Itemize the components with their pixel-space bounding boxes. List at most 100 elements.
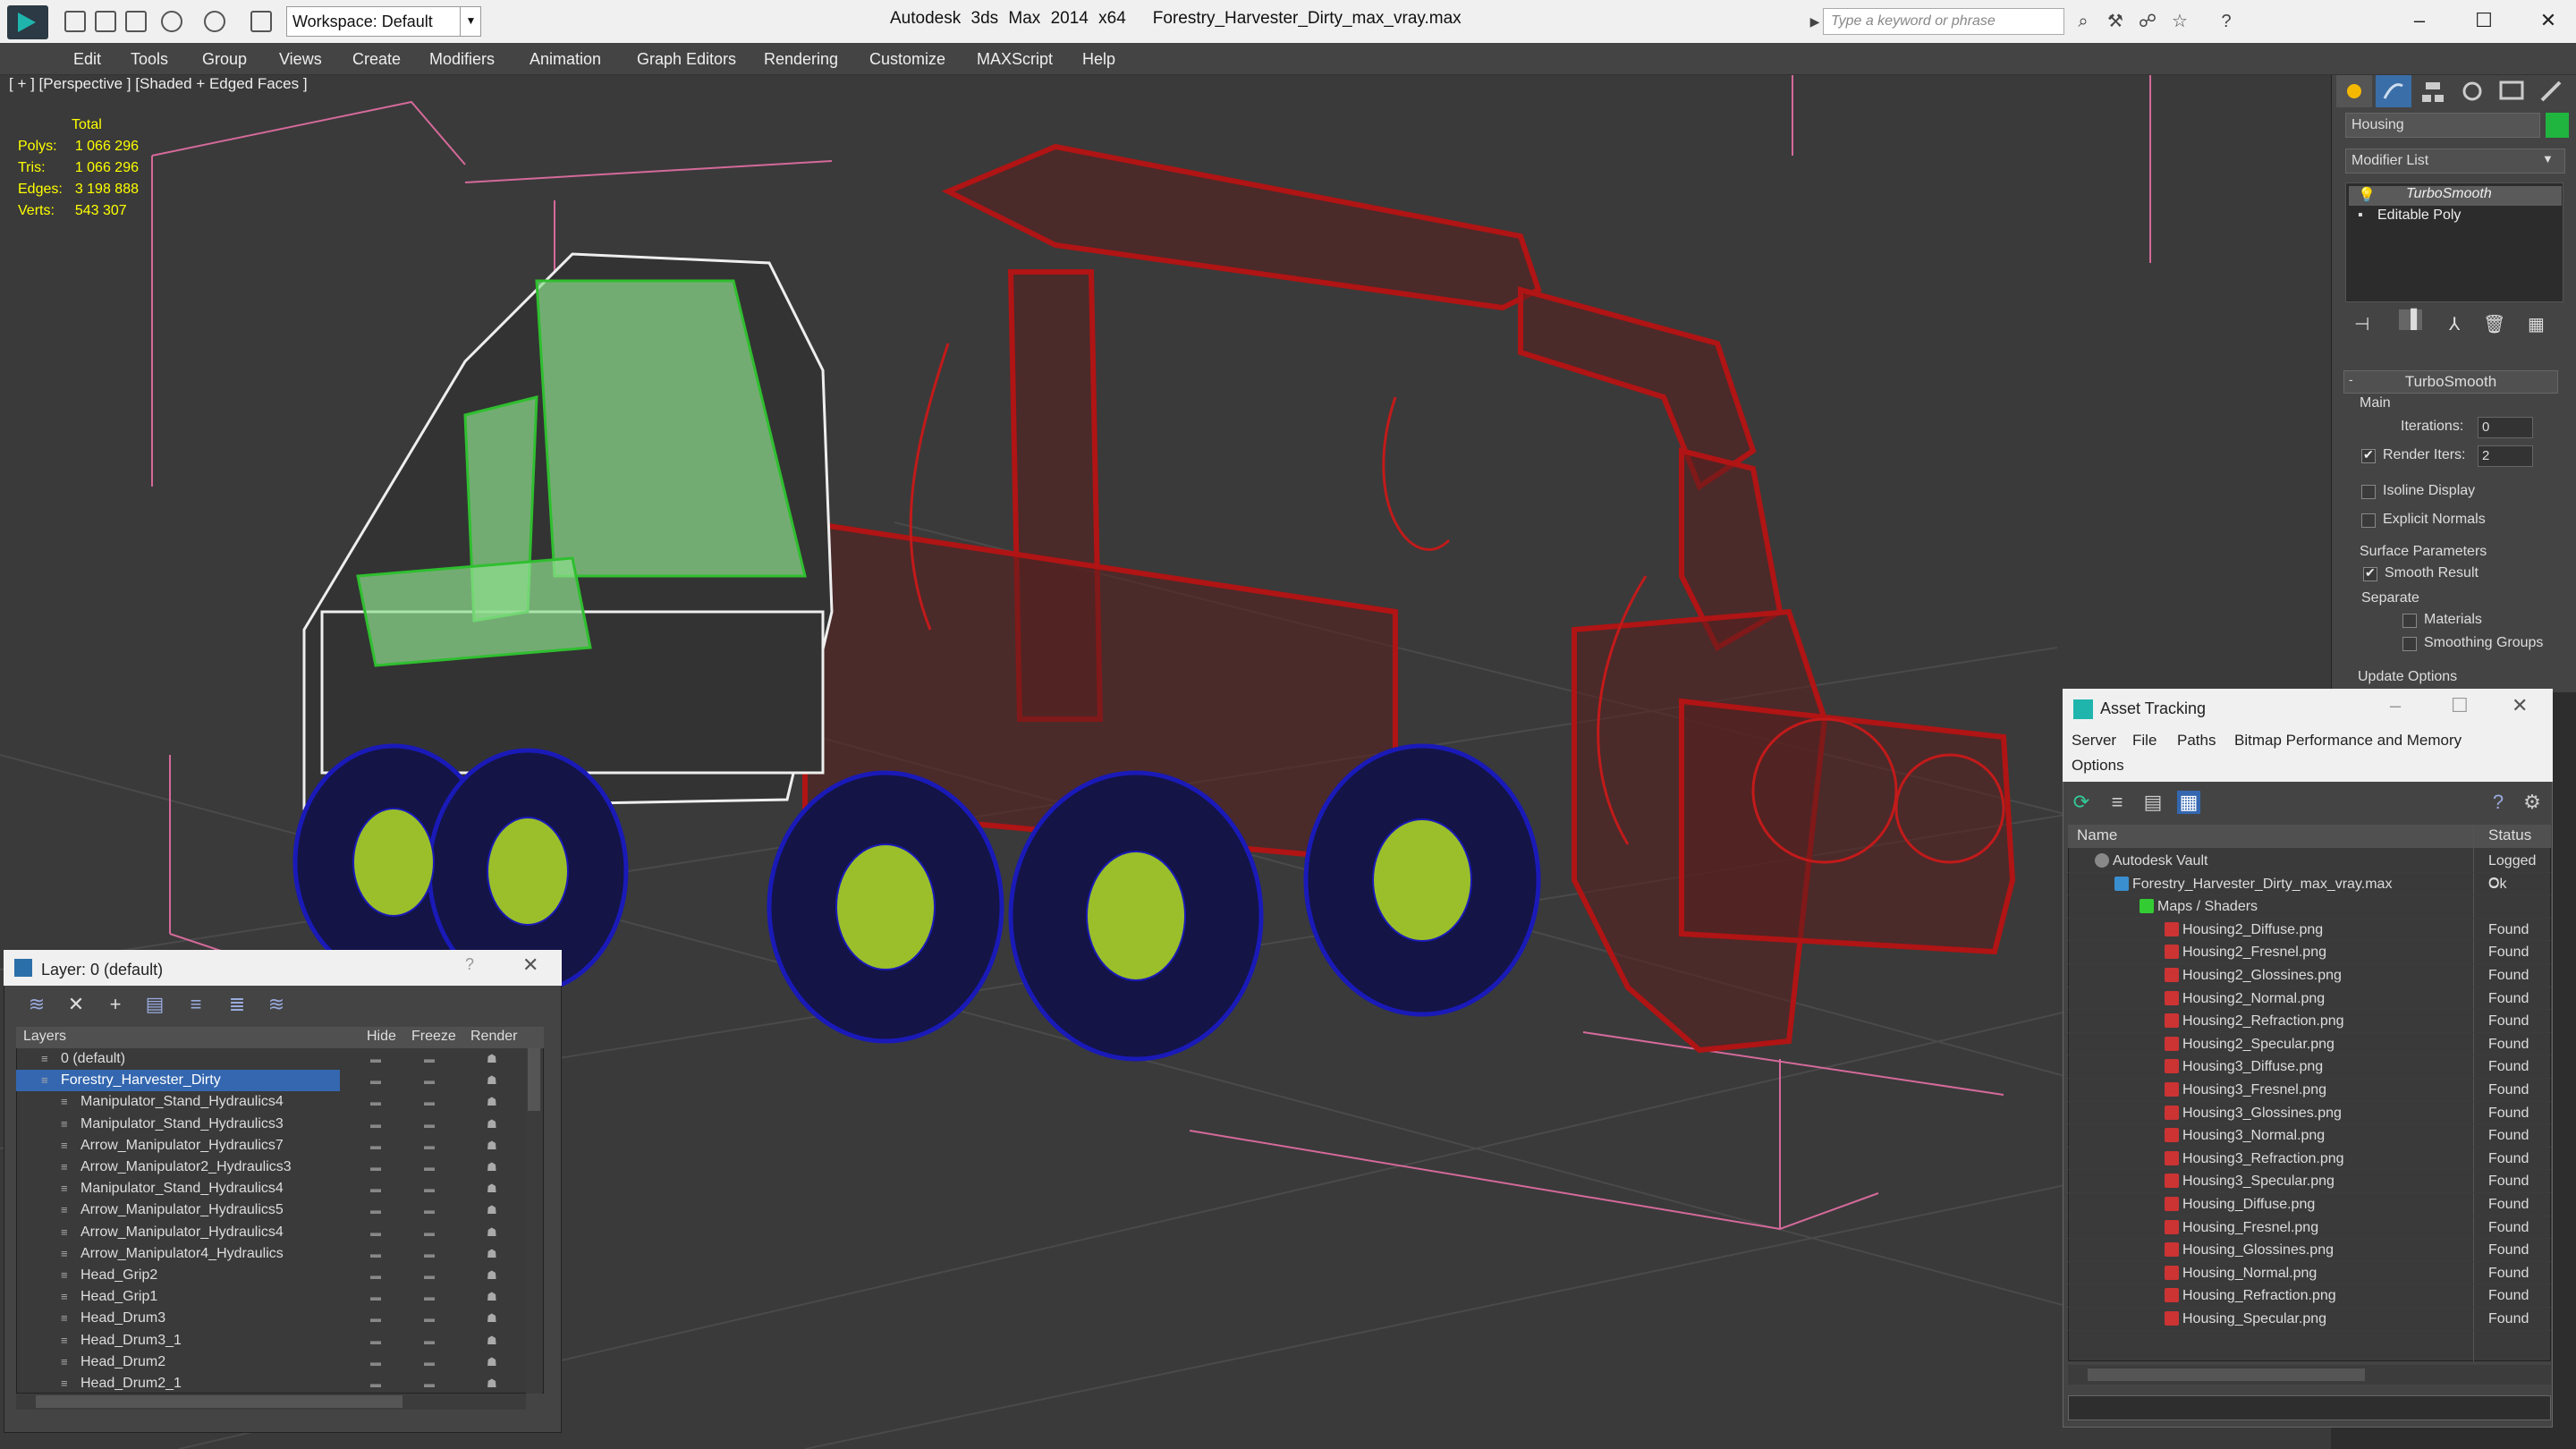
asset-row[interactable]: Housing2_Specular.png Found xyxy=(2068,1033,2551,1056)
freeze-toggle[interactable]: ▬ xyxy=(424,1135,435,1157)
render-toggle-icon[interactable]: ☗ xyxy=(487,1352,497,1373)
menu-edit[interactable]: Edit xyxy=(73,50,101,69)
create-tab-icon[interactable] xyxy=(2336,75,2372,107)
hide-toggle[interactable]: ▬ xyxy=(370,1243,381,1265)
asset-row[interactable]: Housing3_Specular.png Found xyxy=(2068,1170,2551,1193)
freeze-toggle[interactable]: ▬ xyxy=(424,1308,435,1329)
layer-name[interactable]: Arrow_Manipulator_Hydraulics4 xyxy=(80,1222,284,1243)
menu-views[interactable]: Views xyxy=(279,50,322,69)
hierarchy-tab-icon[interactable] xyxy=(2415,75,2451,107)
asset-menu-server[interactable]: Server xyxy=(2072,732,2116,750)
utilities-tab-icon[interactable] xyxy=(2533,75,2569,107)
configure-sets-icon[interactable]: ▦ xyxy=(2528,313,2545,335)
workspace-select[interactable]: Workspace: Default xyxy=(286,6,481,37)
pin-stack-icon[interactable]: ⊣ xyxy=(2354,313,2369,335)
freeze-toggle[interactable]: ▬ xyxy=(424,1178,435,1199)
layer-name[interactable]: Manipulator_Stand_Hydraulics4 xyxy=(80,1091,284,1113)
hide-toggle[interactable]: ▬ xyxy=(370,1265,381,1286)
collapse-icon[interactable]: - xyxy=(2349,372,2353,386)
menu-graph-editors[interactable]: Graph Editors xyxy=(637,50,736,69)
delete-layer-icon[interactable]: ✕ xyxy=(64,993,88,1016)
asset-hscrollbar-thumb[interactable] xyxy=(2088,1368,2365,1381)
render-toggle-icon[interactable]: ☗ xyxy=(487,1373,497,1394)
layer-row[interactable]: ≡ Forestry_Harvester_Dirty ▬ ▬ ☗ xyxy=(16,1070,497,1092)
app-logo-icon[interactable] xyxy=(7,5,48,39)
asset-row[interactable]: Housing2_Normal.png Found xyxy=(2068,987,2551,1011)
menu-group[interactable]: Group xyxy=(202,50,247,69)
layer-name[interactable]: Arrow_Manipulator_Hydraulics5 xyxy=(80,1199,284,1221)
help-icon[interactable]: ? xyxy=(2216,12,2236,31)
hide-all-icon[interactable]: ≣ xyxy=(225,993,249,1016)
list-view-icon[interactable]: ≡ xyxy=(2106,791,2129,814)
add-to-layer-icon[interactable]: + xyxy=(104,993,127,1016)
expand-icon[interactable]: ▶ xyxy=(1805,12,1825,31)
col-freeze[interactable]: Freeze xyxy=(411,1029,456,1045)
freeze-all-icon[interactable]: ≋ xyxy=(265,993,288,1016)
hide-toggle[interactable]: ▬ xyxy=(370,1048,381,1070)
hide-toggle[interactable]: ▬ xyxy=(370,1157,381,1178)
asset-row[interactable]: Housing_Diffuse.png Found xyxy=(2068,1193,2551,1216)
asset-row[interactable]: Housing3_Glossines.png Found xyxy=(2068,1102,2551,1125)
stack-item-editable-poly[interactable]: Editable Poly xyxy=(2377,208,2461,224)
open-file-icon[interactable] xyxy=(95,11,116,32)
asset-row[interactable]: Housing2_Diffuse.png Found xyxy=(2068,919,2551,942)
layer-row[interactable]: ≡ 0 (default) ▬ ▬ ☗ xyxy=(16,1048,526,1070)
render-iters-spinner[interactable]: 2 xyxy=(2478,445,2533,467)
undo-icon[interactable] xyxy=(161,11,182,32)
asset-row[interactable]: Housing2_Refraction.png Found xyxy=(2068,1010,2551,1033)
asset-row[interactable]: Housing_Normal.png Found xyxy=(2068,1262,2551,1285)
layer-name[interactable]: Head_Drum2 xyxy=(80,1352,165,1373)
materials-checkbox[interactable] xyxy=(2402,614,2417,628)
smoothing-groups-checkbox[interactable] xyxy=(2402,637,2417,651)
menu-customize[interactable]: Customize xyxy=(869,50,945,69)
hide-toggle[interactable]: ▬ xyxy=(370,1286,381,1308)
asset-path-field[interactable] xyxy=(2068,1395,2551,1420)
save-file-icon[interactable] xyxy=(125,11,147,32)
layer-name[interactable]: 0 (default) xyxy=(61,1048,125,1070)
freeze-toggle[interactable]: ▬ xyxy=(424,1330,435,1352)
communication-icon[interactable]: ☍ xyxy=(2138,12,2157,31)
create-layer-icon[interactable]: ≋ xyxy=(25,993,48,1016)
asset-menu-file[interactable]: File xyxy=(2132,732,2157,750)
detail-view-icon[interactable]: ▤ xyxy=(2141,791,2165,814)
col-status[interactable]: Status xyxy=(2488,826,2531,844)
menu-animation[interactable]: Animation xyxy=(530,50,601,69)
hide-toggle[interactable]: ▬ xyxy=(370,1308,381,1329)
render-toggle-icon[interactable]: ☗ xyxy=(487,1286,497,1308)
motion-tab-icon[interactable] xyxy=(2454,75,2490,107)
modify-tab-icon[interactable] xyxy=(2376,75,2411,107)
explicit-normals-checkbox[interactable] xyxy=(2361,513,2376,528)
asset-row[interactable]: Housing_Glossines.png Found xyxy=(2068,1239,2551,1262)
layer-name[interactable]: Arrow_Manipulator2_Hydraulics3 xyxy=(80,1157,292,1178)
display-tab-icon[interactable] xyxy=(2494,75,2529,107)
render-toggle-icon[interactable]: ☗ xyxy=(487,1265,497,1286)
col-layers[interactable]: Layers xyxy=(23,1029,66,1045)
hide-toggle[interactable]: ▬ xyxy=(370,1114,381,1135)
layer-name[interactable]: Head_Grip2 xyxy=(80,1265,157,1286)
render-toggle-icon[interactable]: ☗ xyxy=(487,1330,497,1352)
asset-maximize-button[interactable]: ☐ xyxy=(2451,694,2469,717)
layer-row[interactable]: ≡ Arrow_Manipulator4_Hydraulics ▬ ▬ ☗ xyxy=(16,1243,526,1265)
render-toggle-icon[interactable]: ☗ xyxy=(487,1114,497,1135)
freeze-toggle[interactable]: ▬ xyxy=(424,1070,435,1091)
layer-row[interactable]: ≡ Arrow_Manipulator2_Hydraulics3 ▬ ▬ ☗ xyxy=(16,1157,526,1178)
make-unique-icon[interactable]: ⅄ xyxy=(2449,313,2460,335)
object-color-swatch[interactable] xyxy=(2546,113,2569,138)
minimize-button[interactable]: – xyxy=(2397,5,2442,36)
layer-row[interactable]: ≡ Arrow_Manipulator_Hydraulics4 ▬ ▬ ☗ xyxy=(16,1222,526,1243)
asset-minimize-button[interactable]: – xyxy=(2390,694,2401,717)
iterations-spinner[interactable]: 0 xyxy=(2478,417,2533,438)
lightbulb-icon[interactable]: 💡 xyxy=(2358,186,2376,204)
render-toggle-icon[interactable]: ☗ xyxy=(487,1308,497,1329)
asset-row[interactable]: Housing3_Normal.png Found xyxy=(2068,1124,2551,1148)
layer-name[interactable]: Head_Drum3_1 xyxy=(80,1330,182,1352)
hide-toggle[interactable]: ▬ xyxy=(370,1070,381,1091)
asset-row[interactable]: Housing_Fresnel.png Found xyxy=(2068,1216,2551,1240)
render-toggle-icon[interactable]: ☗ xyxy=(487,1222,497,1243)
layer-row[interactable]: ≡ Arrow_Manipulator_Hydraulics7 ▬ ▬ ☗ xyxy=(16,1135,526,1157)
maximize-button[interactable]: ☐ xyxy=(2462,5,2506,36)
hide-toggle[interactable]: ▬ xyxy=(370,1178,381,1199)
asset-row[interactable]: Housing2_Glossines.png Found xyxy=(2068,964,2551,987)
hide-toggle[interactable]: ▬ xyxy=(370,1222,381,1243)
show-end-result-icon[interactable]: ▐ xyxy=(2399,309,2423,330)
